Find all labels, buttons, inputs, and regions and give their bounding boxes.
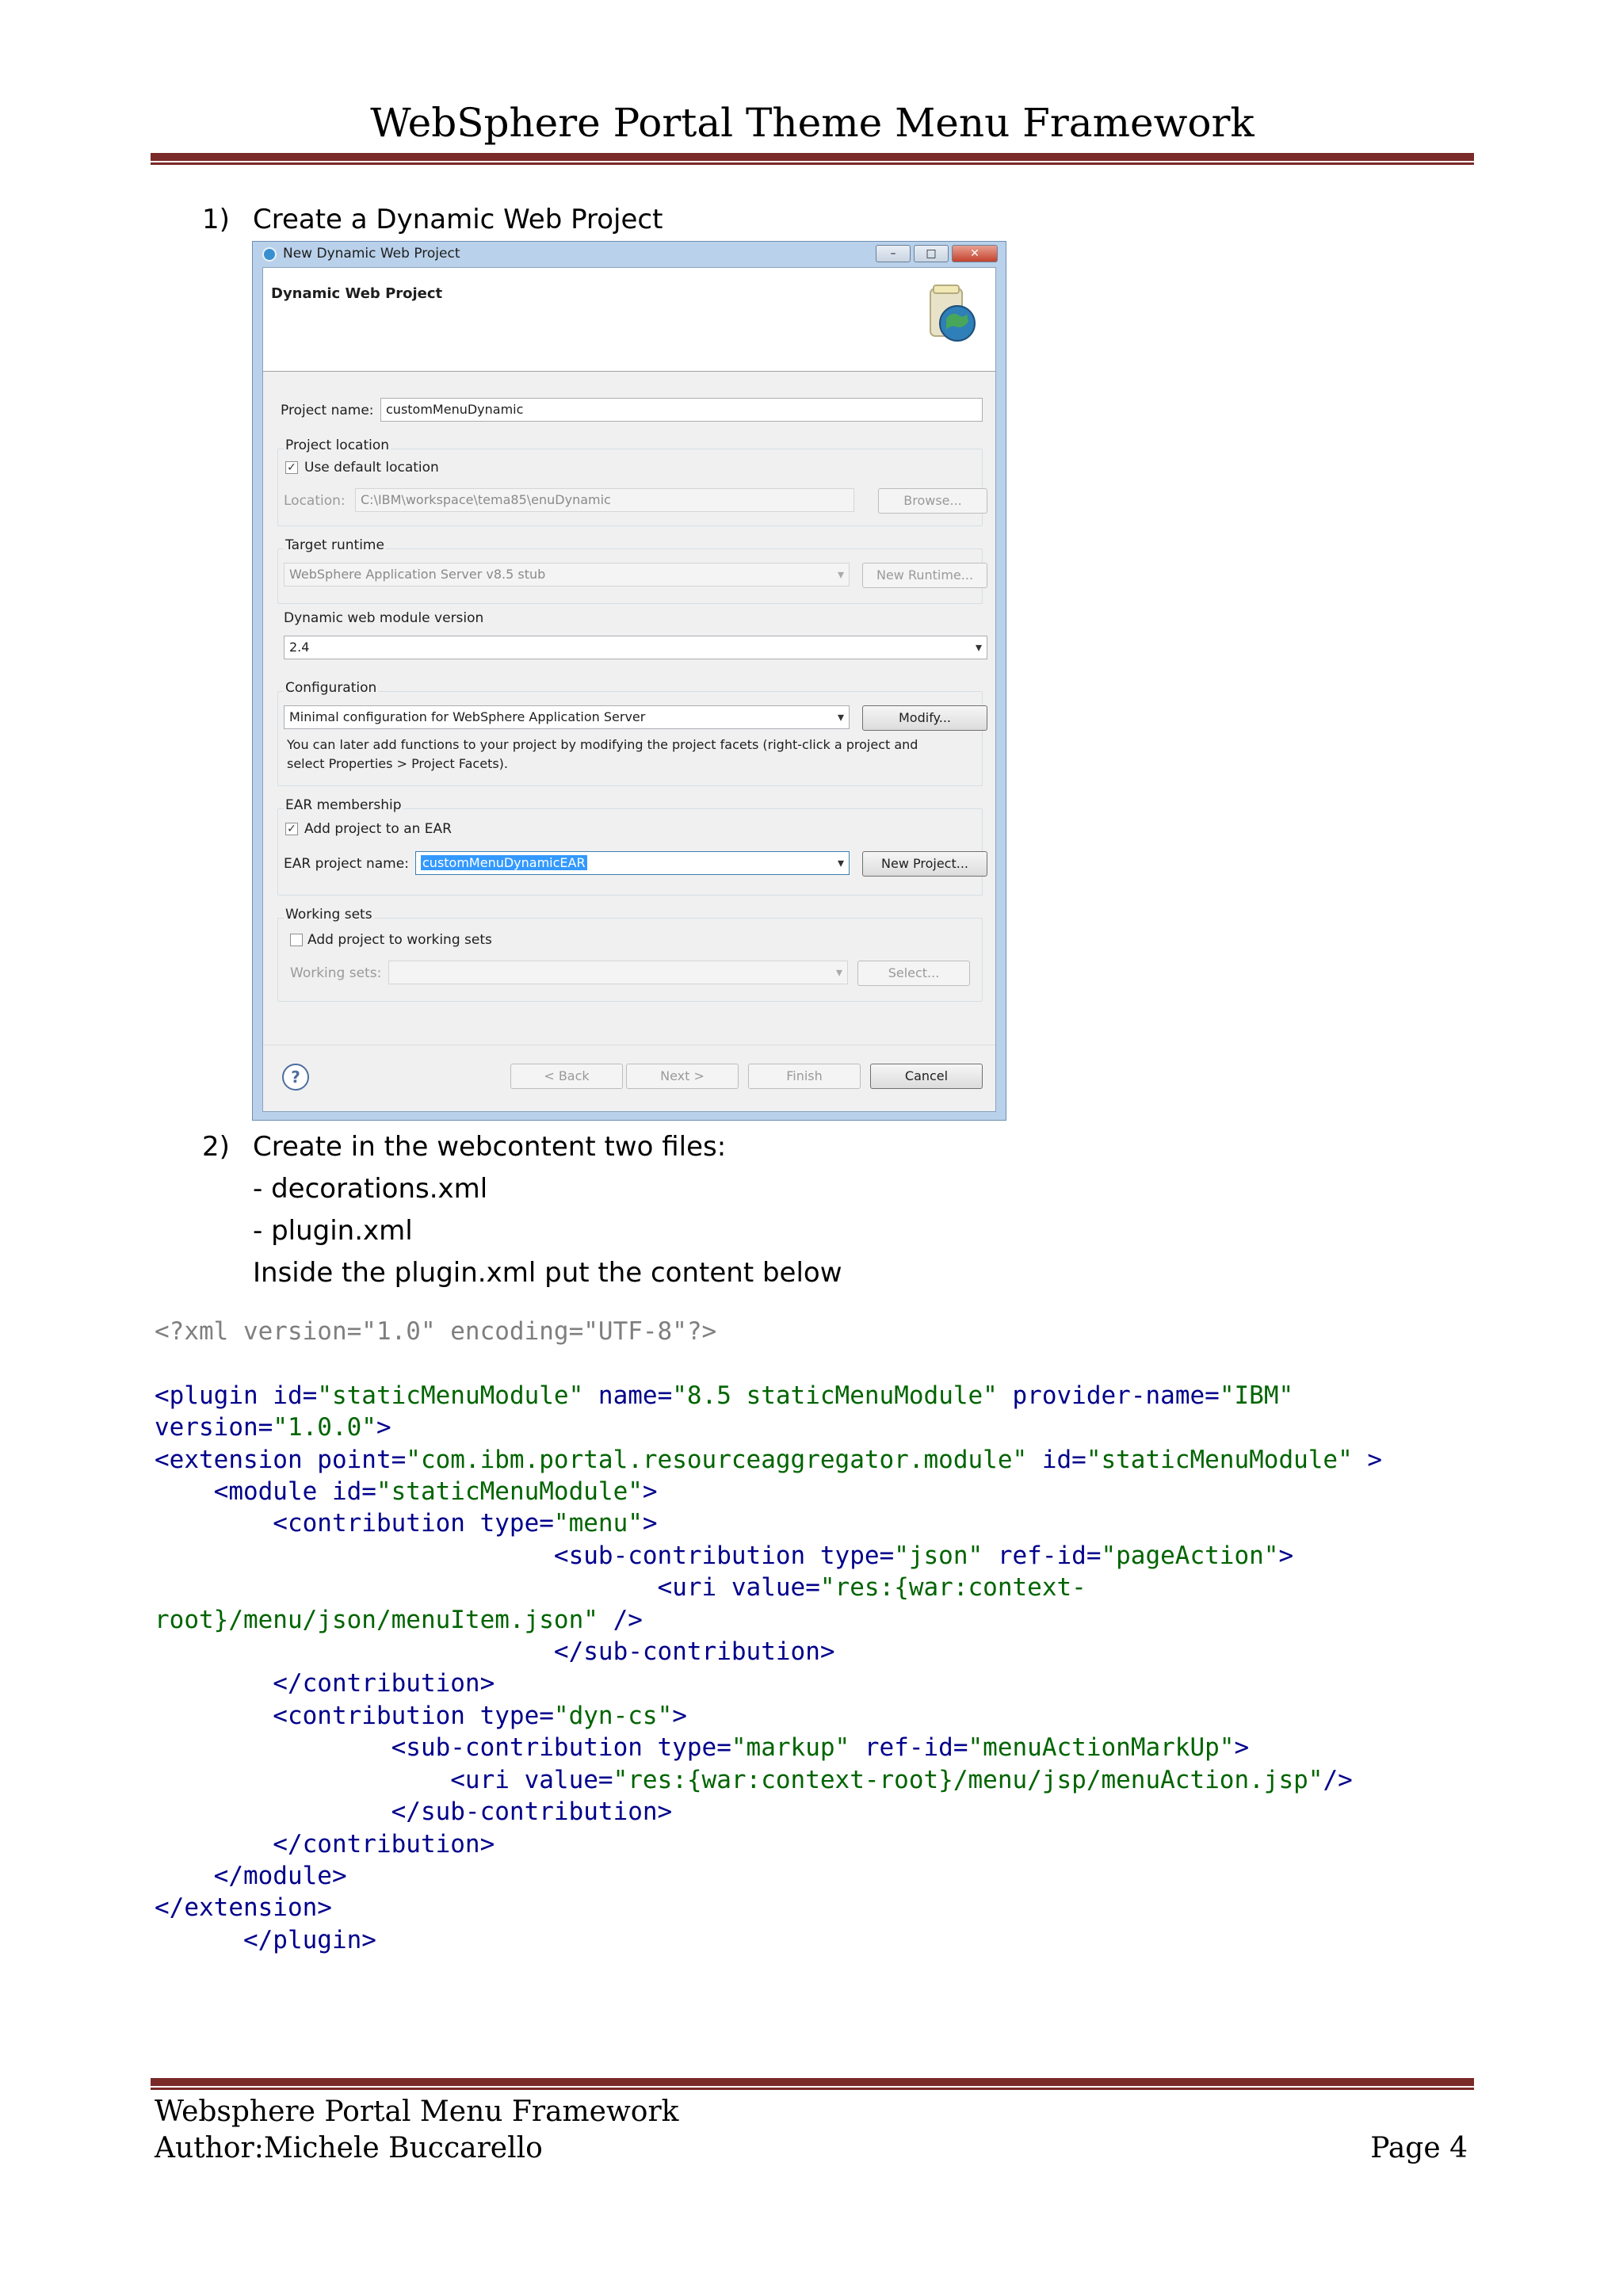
plugin-xml-instruction: Inside the plugin.xml put the content be… [253,1257,842,1289]
ear-project-name-select[interactable]: customMenuDynamicEAR [415,851,850,875]
maximize-button[interactable]: □ [914,245,949,262]
configuration-label: Configuration [284,680,379,696]
next-button[interactable]: Next > [626,1064,739,1089]
close-button[interactable]: ✕ [952,245,998,262]
code-line-sub-contribution-close-2: </sub-contribution> [155,1797,673,1827]
project-location-label: Project location [284,437,391,453]
banner-title: Dynamic Web Project [271,285,443,302]
footer-rule-thin [151,2088,1474,2090]
location-label: Location: [284,493,346,509]
finish-button[interactable]: Finish [748,1064,861,1089]
code-line-contribution-close: </contribution> [155,1669,495,1698]
minimize-button[interactable]: – [876,245,911,262]
code-line-uri-json-start: <uri value="res:{war:context- [155,1573,1086,1603]
file-plugin-xml: - plugin.xml [253,1215,413,1247]
target-runtime-select[interactable]: WebSphere Application Server v8.5 stub [284,563,850,586]
select-button[interactable]: Select... [857,961,970,986]
code-line-contribution-close-2: </contribution> [155,1829,495,1859]
file-decorations-xml: - decorations.xml [253,1173,488,1205]
use-default-location-label: Use default location [304,460,439,476]
dialog-banner: Dynamic Web Project [263,268,995,372]
footer-rule [151,2078,1474,2086]
plugin-xml-code: <?xml version="1.0" encoding="UTF-8"?> <… [155,1316,1382,1956]
dialog-window-title: New Dynamic Web Project [283,246,460,262]
working-sets-field-label: Working sets: [290,965,382,981]
help-icon[interactable]: ? [282,1064,309,1091]
code-line-uri-json-end: root}/menu/json/menuItem.json" /> [155,1605,643,1634]
ear-project-name-label: EAR project name: [284,856,409,872]
add-to-ear-checkbox[interactable]: ✓ [285,823,298,835]
project-name-label: Project name: [281,403,374,418]
code-line-contribution-dyn-cs: <contribution type="dyn-cs"> [155,1701,687,1730]
modify-button[interactable]: Modify... [862,705,987,731]
new-project-button[interactable]: New Project... [862,851,987,877]
working-sets-label: Working sets [284,907,374,923]
web-project-globe-icon [930,285,976,342]
configuration-help-line-1: You can later add functions to your proj… [287,737,918,752]
working-sets-select[interactable] [388,961,848,984]
code-line-version: version="1.0.0"> [155,1413,391,1442]
code-line-sub-contribution-json: <sub-contribution type="json" ref-id="pa… [155,1541,1294,1570]
page-number: Page 4 [1370,2132,1468,2164]
add-to-ear-label: Add project to an EAR [304,821,452,837]
page-title: WebSphere Portal Theme Menu Framework [370,100,1254,146]
code-line-plugin: <plugin id="staticMenuModule" name="8.5 … [155,1381,1294,1410]
configuration-select[interactable]: Minimal configuration for WebSphere Appl… [284,705,850,729]
back-button[interactable]: < Back [510,1064,623,1089]
new-runtime-button[interactable]: New Runtime... [862,563,987,588]
module-version-label: Dynamic web module version [284,610,484,626]
browse-button[interactable]: Browse... [878,488,987,514]
step-1-text: Create a Dynamic Web Project [253,204,663,235]
add-to-working-sets-checkbox[interactable] [290,934,303,946]
ear-project-name-selected-text: customMenuDynamicEAR [421,855,587,870]
code-line-plugin-close: </plugin> [155,1925,376,1954]
step-2: 2) Create in the webcontent two files: [202,1125,726,1168]
dialog-body: Dynamic Web Project Project name: custom… [262,267,996,1112]
step-2-number: 2) [202,1131,230,1163]
cancel-button[interactable]: Cancel [870,1064,983,1089]
header-rule-thin [151,162,1474,165]
module-version-select[interactable]: 2.4 [284,636,987,659]
code-line-contribution-menu: <contribution type="menu"> [155,1509,658,1538]
code-line-uri-jsp: <uri value="res:{war:context-root}/menu/… [155,1765,1353,1794]
code-line-sub-contribution-close: </sub-contribution> [155,1637,835,1667]
new-dynamic-web-project-dialog: New Dynamic Web Project – □ ✕ Dynamic We… [252,241,1006,1121]
code-line-module-close: </module> [155,1861,347,1890]
code-line-extension-close: </extension> [155,1893,332,1923]
step-1-number: 1) [202,204,230,235]
working-sets-group [277,918,983,1002]
step-1: 1) Create a Dynamic Web Project [202,198,663,241]
code-line-sub-contribution-markup: <sub-contribution type="markup" ref-id="… [155,1733,1250,1763]
use-default-location-checkbox[interactable]: ✓ [285,461,298,474]
footer-author: Author:Michele Buccarello [155,2132,543,2164]
header-rule [151,153,1474,161]
ear-membership-label: EAR membership [284,797,403,813]
configuration-help-line-2: select Properties > Project Facets). [287,756,509,771]
location-input[interactable]: C:\IBM\workspace\tema85\enuDynamic [355,488,854,512]
dialog-titlebar: New Dynamic Web Project – □ ✕ [253,242,1006,267]
code-line-module: <module id="staticMenuModule"> [155,1477,658,1507]
target-runtime-label: Target runtime [284,537,386,553]
footer-title: Websphere Portal Menu Framework [155,2095,679,2128]
project-name-input[interactable]: customMenuDynamic [380,398,983,422]
xml-declaration: <?xml version="1.0" encoding="UTF-8"?> [155,1317,717,1346]
code-line-extension: <extension point="com.ibm.portal.resourc… [155,1445,1383,1474]
add-to-working-sets-label: Add project to working sets [307,932,492,948]
eclipse-app-icon [262,247,277,262]
step-2-text: Create in the webcontent two files: [253,1131,727,1163]
